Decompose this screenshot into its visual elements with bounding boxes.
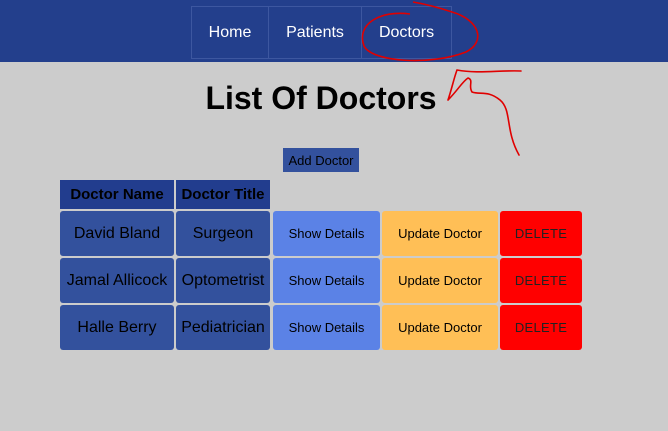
- page-title: List Of Doctors: [205, 80, 437, 116]
- doctor-name-cell: Jamal Allicock: [60, 258, 174, 303]
- nav-home-link[interactable]: Home: [192, 7, 269, 58]
- update-doctor-button[interactable]: Update Doctor: [382, 305, 498, 350]
- column-header-doctor-title: Doctor Title: [176, 180, 270, 209]
- doctor-title-cell: Pediatrician: [176, 305, 270, 350]
- doctor-title-cell: Surgeon: [176, 211, 270, 256]
- nav-doctors-link[interactable]: Doctors: [362, 7, 451, 58]
- update-doctor-button[interactable]: Update Doctor: [382, 258, 498, 303]
- top-navbar: Home Patients Doctors: [0, 0, 668, 62]
- column-header-doctor-name: Doctor Name: [60, 180, 174, 209]
- add-doctor-button[interactable]: Add Doctor: [283, 148, 359, 172]
- nav-menu: Home Patients Doctors: [191, 6, 452, 59]
- delete-button[interactable]: DELETE: [500, 305, 582, 350]
- update-doctor-button[interactable]: Update Doctor: [382, 211, 498, 256]
- doctor-name-cell: David Bland: [60, 211, 174, 256]
- doctor-title-cell: Optometrist: [176, 258, 270, 303]
- show-details-button[interactable]: Show Details: [273, 211, 380, 256]
- show-details-button[interactable]: Show Details: [273, 305, 380, 350]
- delete-button[interactable]: DELETE: [500, 211, 582, 256]
- delete-button[interactable]: DELETE: [500, 258, 582, 303]
- show-details-button[interactable]: Show Details: [273, 258, 380, 303]
- doctor-name-cell: Halle Berry: [60, 305, 174, 350]
- nav-patients-link[interactable]: Patients: [269, 7, 362, 58]
